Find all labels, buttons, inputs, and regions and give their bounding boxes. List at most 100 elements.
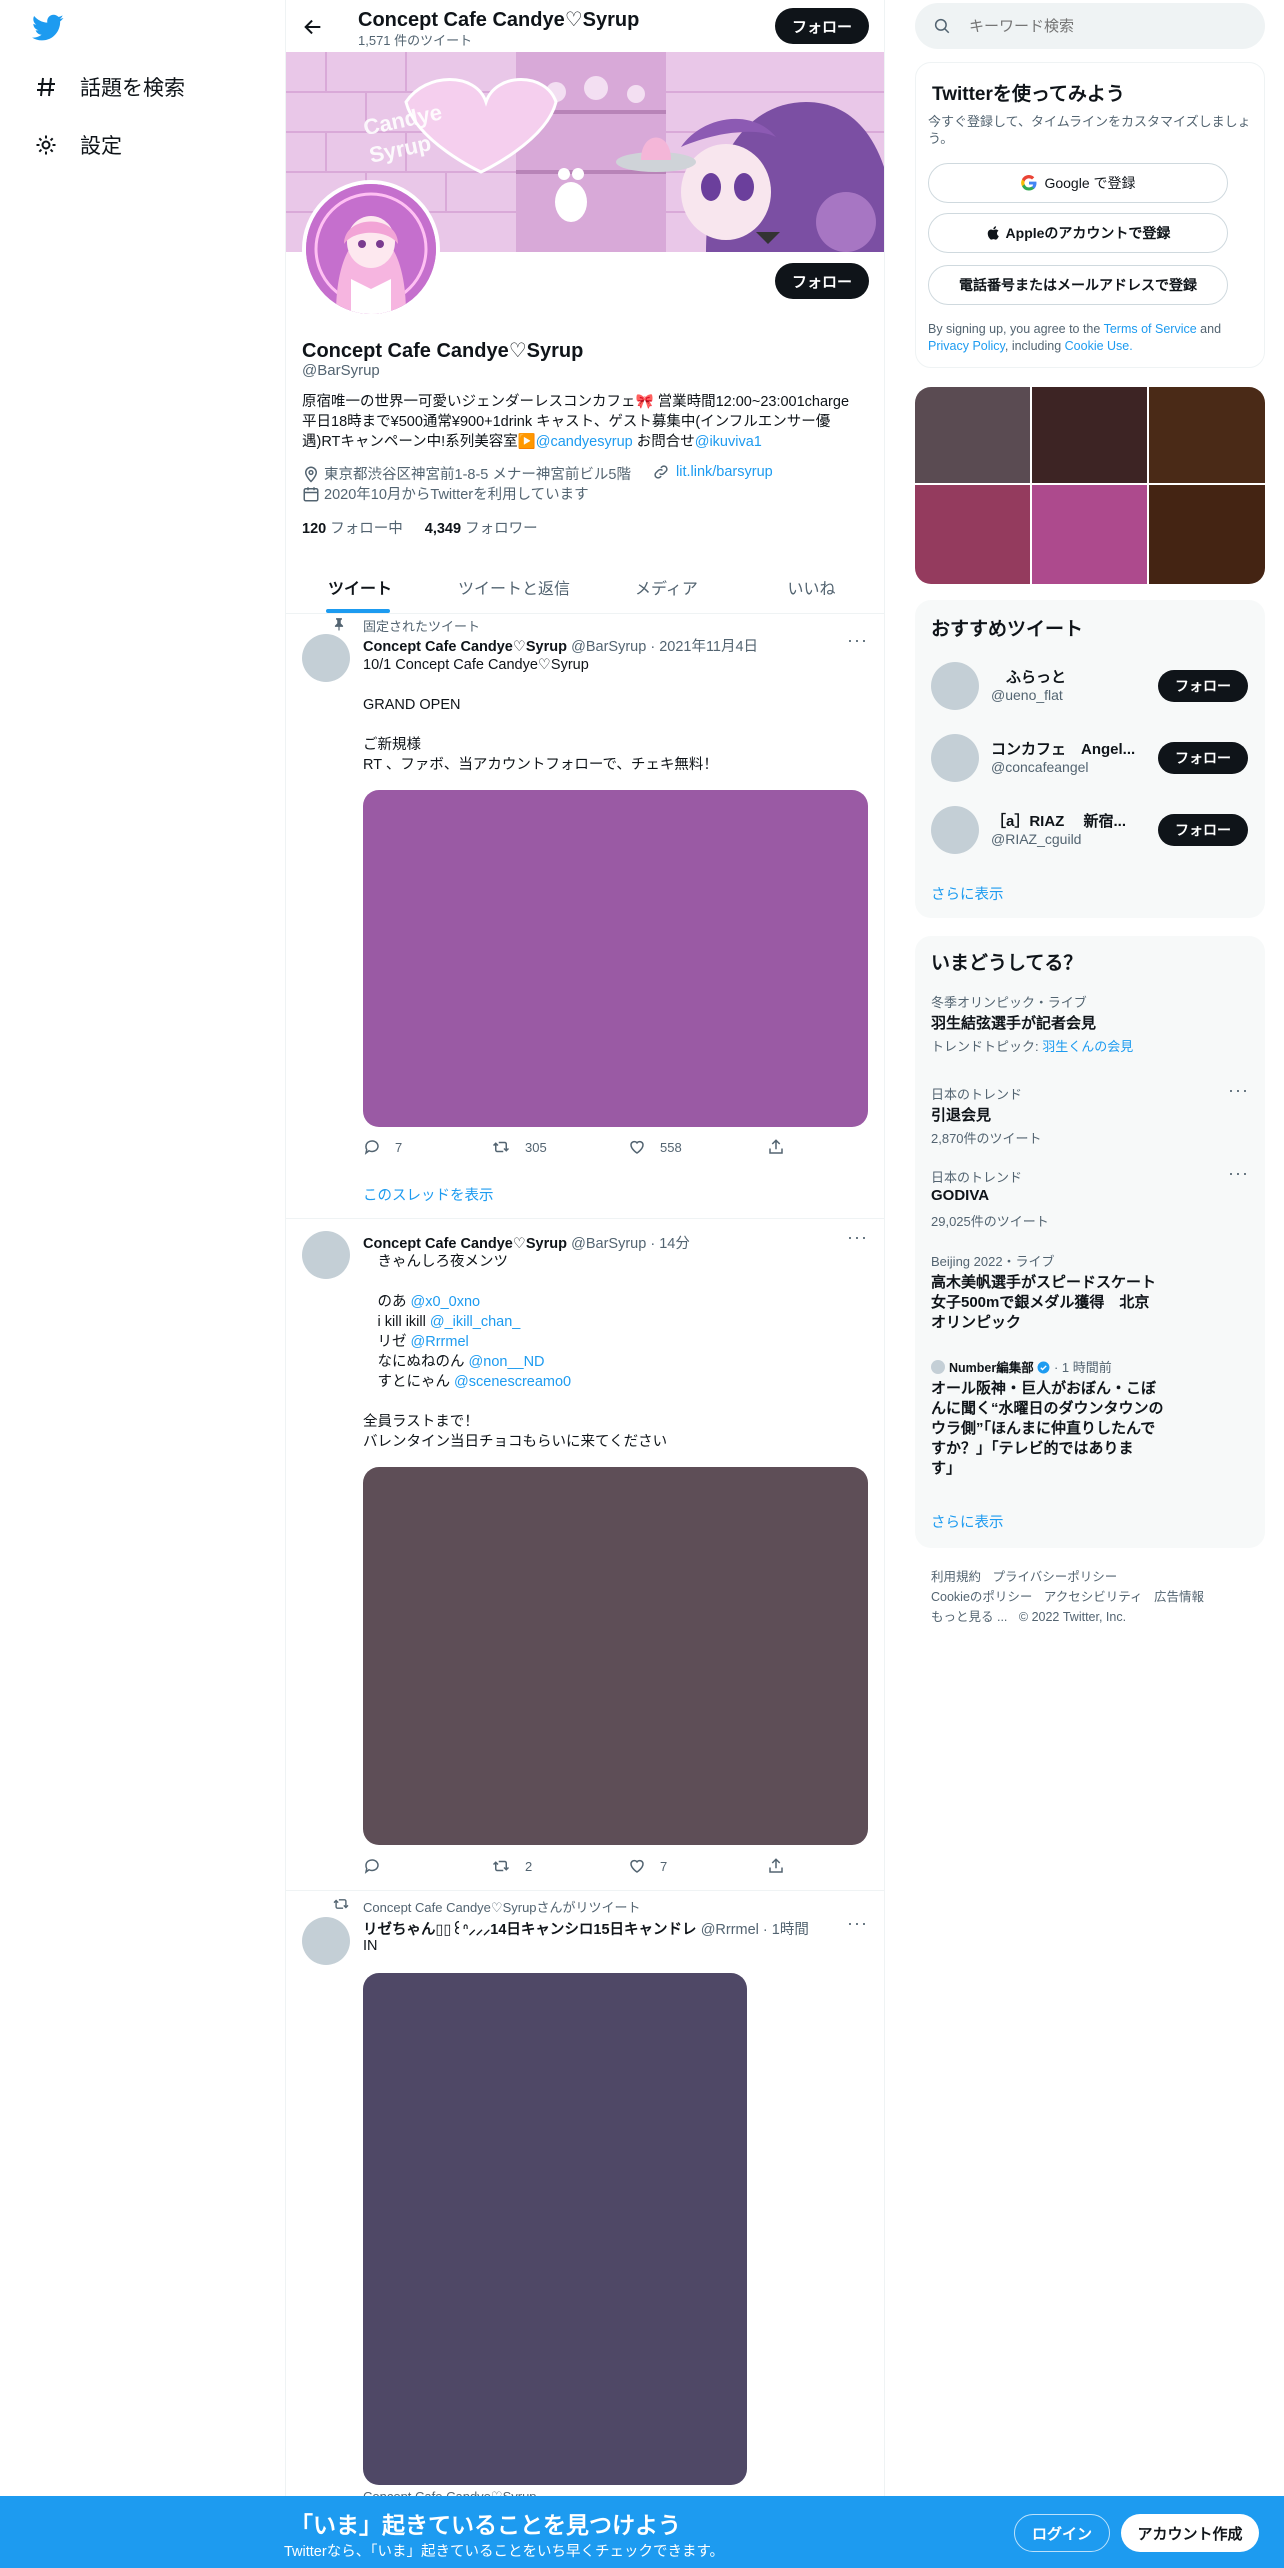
create-account-button[interactable]: アカウント作成 [1121, 2514, 1259, 2552]
retweet-button[interactable]: 2 [491, 1857, 532, 1875]
profile-website[interactable]: lit.link/barsyrup [652, 463, 773, 481]
cookie-link[interactable]: Cookie Use. [1065, 339, 1133, 353]
show-thread-link[interactable]: このスレッドを表示 [363, 1184, 494, 1205]
trend-item[interactable]: Number編集部 · 1 時間前 オール阪神・巨人がおぼん・こぼ んに聞く“水… [915, 1357, 1265, 1481]
tab-likes[interactable]: いいね [739, 560, 884, 613]
more-options-icon[interactable]: ··· [1228, 1163, 1249, 1184]
apple-signup-button[interactable]: Appleのアカウントで登録 [928, 213, 1228, 253]
tweet-media[interactable] [363, 1973, 747, 2485]
trends-show-more[interactable]: さらに表示 [931, 1511, 1004, 1532]
media-thumbnail[interactable] [915, 485, 1030, 584]
tab-tweets[interactable]: ツイート [286, 560, 434, 613]
trend-item[interactable]: 冬季オリンピック・ライブ 羽生結弦選手が記者会見 トレンドトピック: 羽生くんの… [915, 992, 1265, 1062]
mention-link[interactable]: @_ikill_chan_ [430, 1314, 521, 1330]
avatar[interactable] [302, 1917, 350, 1965]
mention-link[interactable]: @Rrrmel [411, 1334, 469, 1350]
like-button[interactable]: 558 [628, 1138, 682, 1156]
avatar[interactable] [302, 634, 350, 682]
footer-link[interactable]: アクセシビリティ [1044, 1590, 1143, 1604]
like-count: 7 [660, 1858, 668, 1874]
followers-link[interactable]: 4,349 フォロワー [425, 521, 538, 537]
trend-topic-link[interactable]: 羽生くんの会見 [1042, 1039, 1133, 1054]
recommended-show-more[interactable]: さらに表示 [931, 883, 1004, 904]
avatar[interactable] [931, 806, 979, 854]
media-thumbnail[interactable] [915, 387, 1030, 483]
mention-link[interactable]: @scenescreamo0 [454, 1374, 571, 1390]
more-options-icon[interactable]: ··· [847, 630, 868, 651]
profile-avatar[interactable] [302, 180, 440, 318]
footer-link[interactable]: 広告情報 [1154, 1590, 1204, 1604]
tweet-meta[interactable]: @BarSyrup · 2021年11月4日 [571, 639, 758, 655]
recommended-follow-button[interactable]: フォロー [1158, 814, 1248, 846]
trend-item[interactable]: 日本のトレンド ··· 引退会見 2,870件のツイート [915, 1080, 1265, 1148]
media-thumbnail[interactable] [1032, 387, 1147, 483]
avatar[interactable] [931, 734, 979, 782]
tweet-header: リゼちゃん▯▯꒰ᐢ⸝⸝⸝14日キャンシロ15日キャンドレ @Rrrmel · 1… [363, 1918, 809, 1939]
following-link[interactable]: 120 フォロー中 [302, 521, 403, 537]
tweet-author-name[interactable]: Concept Cafe Candye♡Syrup [363, 1236, 567, 1252]
avatar[interactable] [302, 1231, 350, 1279]
recommended-user[interactable]: ふらっと @ueno_flat フォロー [915, 656, 1265, 728]
retweet-context[interactable]: Concept Cafe Candye♡Syrupさんがリツイート [363, 1897, 641, 1916]
location-text: 東京都渋谷区神宮前1-8-5 メナー神宮前ビル5階 [324, 467, 631, 483]
mention-link[interactable]: @non__ND [469, 1354, 545, 1370]
website-link[interactable]: lit.link/barsyrup [676, 464, 773, 480]
trends-card: いまどうしてる？ 冬季オリンピック・ライブ 羽生結弦選手が記者会見 トレンドトピ… [915, 936, 1265, 1548]
more-options-icon[interactable]: ··· [847, 1913, 868, 1934]
tweet[interactable]: Concept Cafe Candye♡Syrupさんがリツイート リゼちゃん▯… [286, 1891, 884, 2504]
source-avatar [931, 1360, 945, 1374]
reply-button[interactable] [363, 1857, 395, 1875]
google-signup-button[interactable]: Google で登録 [928, 163, 1228, 203]
tweet-media[interactable] [363, 790, 868, 1127]
terms-link[interactable]: Terms of Service [1104, 322, 1197, 336]
reply-icon [364, 1140, 379, 1155]
google-signup-label: Google で登録 [1044, 175, 1136, 191]
retweet-button[interactable]: 305 [491, 1138, 547, 1156]
twitter-logo-icon[interactable] [32, 14, 64, 42]
tweet[interactable]: 固定されたツイート Concept Cafe Candye♡Syrup @Bar… [286, 614, 884, 1218]
media-thumbnail[interactable] [1032, 485, 1147, 584]
share-button[interactable] [767, 1857, 799, 1875]
search-box[interactable] [915, 3, 1265, 49]
tweet-meta[interactable]: @BarSyrup · 14分 [571, 1236, 690, 1252]
nav-explore[interactable]: 話題を検索 [34, 72, 185, 102]
trend-item[interactable]: 日本のトレンド ··· GODIVA 29,025件のツイート [915, 1163, 1265, 1231]
profile-follow-button[interactable]: フォロー [775, 263, 869, 299]
header-follow-button[interactable]: フォロー [775, 8, 869, 44]
more-options-icon[interactable]: ··· [847, 1227, 868, 1248]
recommended-follow-button[interactable]: フォロー [1158, 670, 1248, 702]
reply-count: 7 [395, 1139, 403, 1155]
footer-link[interactable]: もっと見る ... [931, 1610, 1007, 1624]
tweet-meta[interactable]: @Rrrmel · 1時間 [701, 1922, 809, 1938]
footer-link[interactable]: 利用規約 [931, 1570, 981, 1584]
share-button[interactable] [767, 1138, 799, 1156]
tweet-author-name[interactable]: リゼちゃん▯▯꒰ᐢ⸝⸝⸝14日キャンシロ15日キャンドレ [363, 1922, 697, 1938]
tweet[interactable]: Concept Cafe Candye♡Syrup @BarSyrup · 14… [286, 1219, 884, 1891]
privacy-link[interactable]: Privacy Policy [928, 339, 1005, 353]
phone-email-signup-button[interactable]: 電話番号またはメールアドレスで登録 [928, 265, 1228, 305]
avatar[interactable] [931, 662, 979, 710]
tab-media[interactable]: メディア [594, 560, 739, 613]
nav-settings[interactable]: 設定 [34, 130, 122, 160]
trend-item[interactable]: Beijing 2022・ライブ 高木美帆選手がスピードスケート 女子500mで… [915, 1251, 1265, 1337]
more-options-icon[interactable]: ··· [1228, 1080, 1249, 1101]
recommended-user[interactable]: コンカフェ Angel... @concafeangel フォロー [915, 728, 1265, 800]
footer-link[interactable]: プライバシーポリシー [993, 1570, 1118, 1584]
reply-button[interactable]: 7 [363, 1138, 402, 1156]
mention-link[interactable]: @x0_0xno [411, 1294, 481, 1310]
like-button[interactable]: 7 [628, 1857, 667, 1875]
media-thumbnail[interactable] [1149, 387, 1265, 483]
tab-tweets-and-replies[interactable]: ツイートと返信 [434, 560, 594, 613]
footer-link[interactable]: Cookieのポリシー [931, 1590, 1032, 1604]
tweet-author-name[interactable]: Concept Cafe Candye♡Syrup [363, 639, 567, 655]
back-arrow-icon[interactable] [302, 16, 326, 40]
search-input[interactable] [969, 17, 1239, 35]
bio-mention-link[interactable]: @ikuviva1 [695, 434, 762, 450]
apple-signup-label: Appleのアカウントで登録 [1005, 225, 1171, 241]
tweet-media[interactable] [363, 1467, 868, 1845]
recommended-follow-button[interactable]: フォロー [1158, 742, 1248, 774]
login-button[interactable]: ログイン [1014, 2514, 1110, 2552]
recommended-user[interactable]: ［a］RIAZ 新宿... @RIAZ_cguild フォロー [915, 800, 1265, 872]
media-thumbnail[interactable] [1149, 485, 1265, 584]
bio-mention-link[interactable]: @candyesyrup [536, 434, 633, 450]
